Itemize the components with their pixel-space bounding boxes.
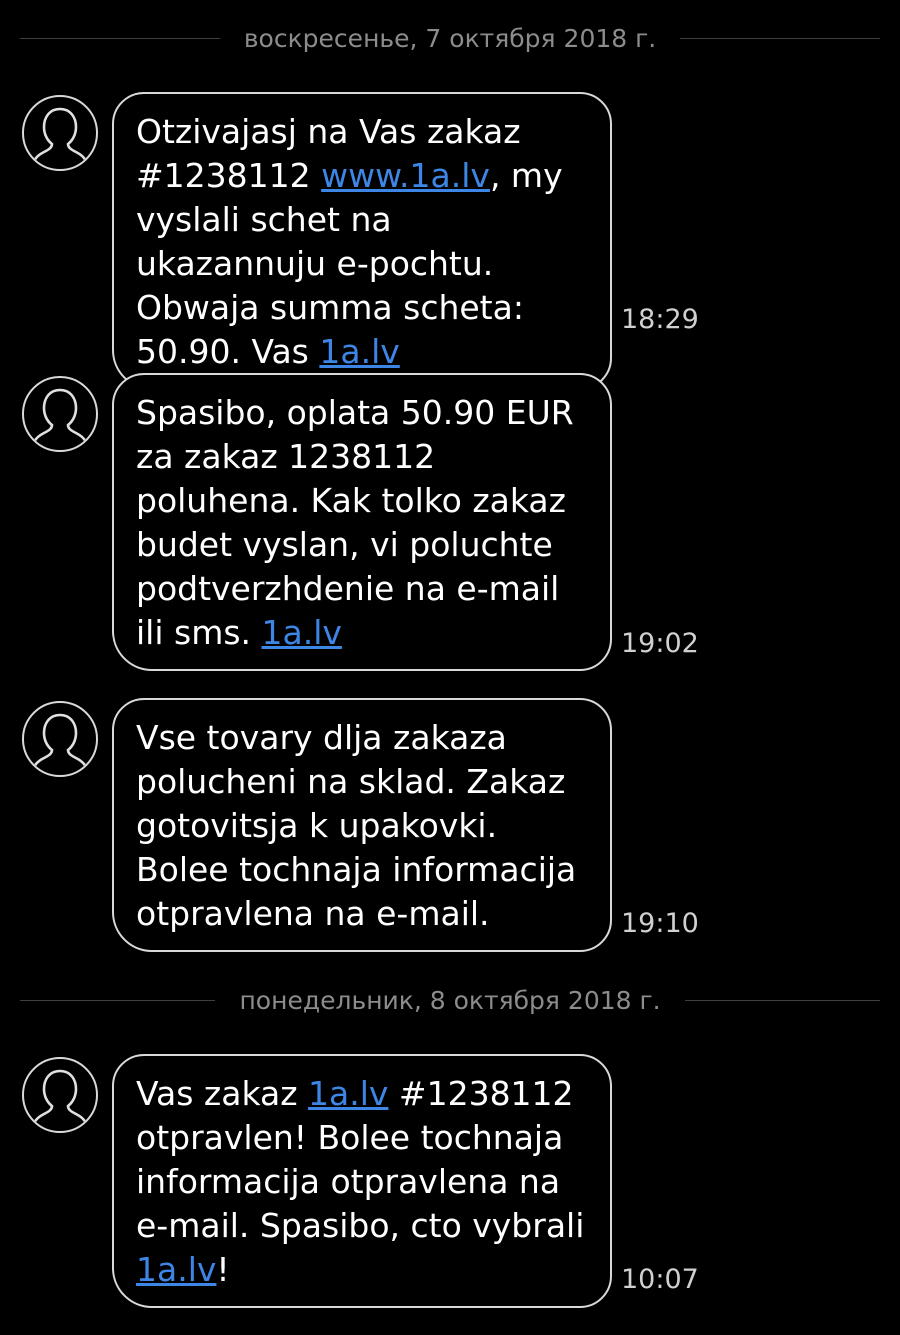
message-time: 19:10 [621, 908, 699, 939]
date-separator: воскресенье, 7 октября 2018 г. [20, 18, 881, 58]
message-bubble[interactable]: Vas zakaz 1a.lv #1238112 otpravlen! Bole… [112, 1054, 612, 1308]
message-link[interactable]: 1a.lv [308, 1074, 388, 1113]
message-link[interactable]: 1a.lv [319, 332, 399, 371]
message-text: ! [216, 1250, 230, 1289]
message-text: Vas zakaz [136, 1074, 309, 1113]
message-link[interactable]: 1a.lv [136, 1250, 216, 1289]
divider-line [684, 999, 881, 1001]
person-silhouette-icon [32, 107, 88, 163]
date-label: понедельник, 8 октября 2018 г. [239, 985, 661, 1015]
message-link[interactable]: 1a.lv [262, 613, 342, 652]
person-silhouette-icon [32, 1069, 88, 1125]
sender-avatar[interactable] [22, 95, 98, 171]
message-text: Vse tovary dlja zakaza polucheni na skla… [136, 718, 577, 933]
message-bubble[interactable]: Otzivajasj na Vas zakaz #1238112 www.1a.… [112, 92, 612, 390]
person-silhouette-icon [32, 388, 88, 444]
divider-line [680, 37, 881, 39]
message-time: 19:02 [621, 628, 699, 659]
sender-avatar[interactable] [22, 701, 98, 777]
message-bubble[interactable]: Vse tovary dlja zakaza polucheni na skla… [112, 698, 612, 952]
message-text: Spasibo, oplata 50.90 EUR za zakaz 12381… [136, 393, 574, 652]
sender-avatar[interactable] [22, 1057, 98, 1133]
message-time: 18:29 [621, 304, 699, 335]
divider-line [20, 37, 220, 39]
sender-avatar[interactable] [22, 376, 98, 452]
date-label: воскресенье, 7 октября 2018 г. [243, 23, 657, 53]
person-silhouette-icon [32, 713, 88, 769]
message-link[interactable]: www.1a.lv [321, 156, 490, 195]
message-time: 10:07 [621, 1264, 699, 1295]
date-separator: понедельник, 8 октября 2018 г. [20, 980, 881, 1020]
message-bubble[interactable]: Spasibo, oplata 50.90 EUR za zakaz 12381… [112, 373, 612, 671]
divider-line [20, 999, 216, 1001]
